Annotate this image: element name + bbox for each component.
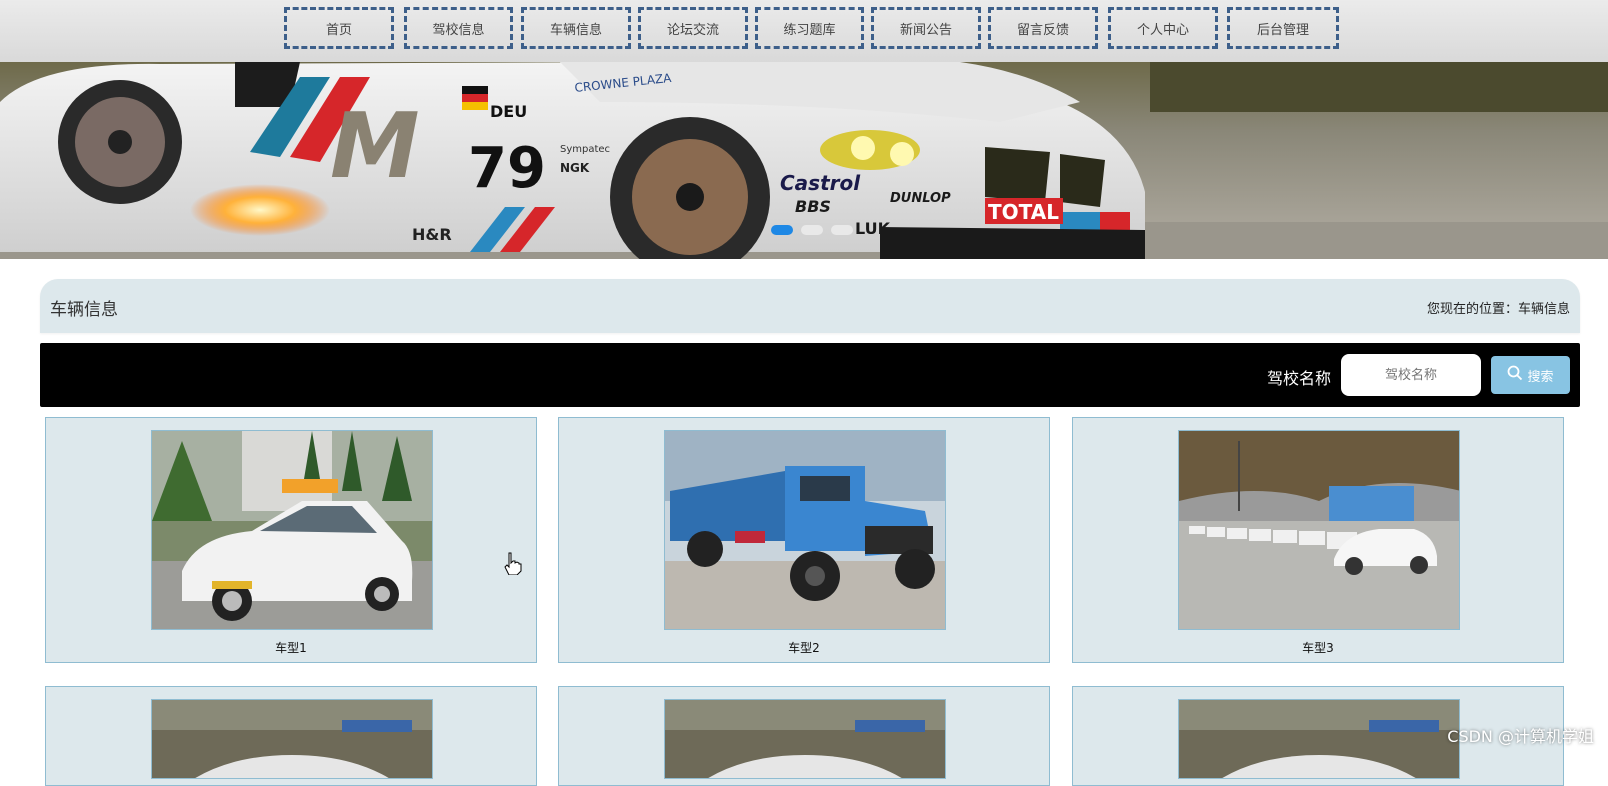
- vehicle-card[interactable]: [558, 686, 1050, 786]
- vehicle-image[interactable]: [151, 430, 433, 630]
- vehicle-name[interactable]: 车型2: [559, 639, 1049, 656]
- search-button-label: 搜索: [1527, 369, 1554, 385]
- nav-item-driving-school[interactable]: 驾校信息: [404, 7, 513, 49]
- svg-text:BBS: BBS: [795, 197, 831, 216]
- svg-text:DUNLOP: DUNLOP: [890, 191, 951, 206]
- svg-text:Castrol: Castrol: [780, 171, 861, 195]
- carousel-dot-3[interactable]: [831, 225, 853, 235]
- nav-item-news[interactable]: 新闻公告: [871, 7, 981, 49]
- page-title: 车辆信息: [50, 300, 118, 320]
- svg-text:TOTAL: TOTAL: [988, 200, 1059, 224]
- svg-text:H&R: H&R: [412, 225, 452, 244]
- hand-cursor-icon: [503, 551, 523, 579]
- nav-item-forum[interactable]: 论坛交流: [638, 7, 748, 49]
- carousel-dot-1[interactable]: [771, 225, 793, 235]
- vehicle-card[interactable]: 车型3: [1072, 417, 1564, 663]
- svg-text:Sympatec: Sympatec: [560, 144, 610, 155]
- search-input[interactable]: [1341, 354, 1481, 396]
- vehicle-image[interactable]: [151, 699, 433, 779]
- search-label: 驾校名称: [1267, 369, 1332, 388]
- svg-text:79: 79: [468, 136, 546, 201]
- nav-item-vehicles[interactable]: 车辆信息: [521, 7, 631, 49]
- svg-text:NGK: NGK: [560, 161, 590, 175]
- hero-banner[interactable]: M 79 DEU CROWNE PLAZA Sympatec NGK H&R C…: [0, 62, 1608, 259]
- search-button[interactable]: 搜索: [1491, 356, 1570, 394]
- vehicle-card[interactable]: 车型2: [558, 417, 1050, 663]
- vehicle-image[interactable]: [1178, 699, 1460, 779]
- search-icon: [1507, 365, 1523, 385]
- nav-item-admin[interactable]: 后台管理: [1227, 7, 1339, 49]
- breadcrumb-label: 您现在的位置：: [1426, 302, 1518, 317]
- vehicle-image[interactable]: [1178, 430, 1460, 630]
- breadcrumb: 您现在的位置：车辆信息: [1427, 298, 1570, 317]
- svg-text:DEU: DEU: [490, 102, 527, 121]
- vehicle-name[interactable]: 车型3: [1073, 639, 1563, 656]
- nav-item-question-bank[interactable]: 练习题库: [755, 7, 864, 49]
- breadcrumb-current[interactable]: 车辆信息: [1518, 302, 1570, 317]
- nav-item-feedback[interactable]: 留言反馈: [988, 7, 1098, 49]
- nav-item-personal-center[interactable]: 个人中心: [1108, 7, 1218, 49]
- vehicle-card[interactable]: 车型1: [45, 417, 537, 663]
- search-bar: 驾校名称 搜索: [40, 343, 1580, 407]
- carousel-dot-2[interactable]: [801, 225, 823, 235]
- nav-item-home[interactable]: 首页: [284, 7, 394, 49]
- vehicle-image[interactable]: [664, 430, 946, 630]
- carousel-indicators: [771, 225, 853, 235]
- svg-text:M: M: [330, 94, 420, 199]
- vehicle-name[interactable]: 车型1: [46, 639, 536, 656]
- breadcrumb-bar: 车辆信息 您现在的位置：车辆信息: [40, 279, 1580, 333]
- vehicle-image[interactable]: [664, 699, 946, 779]
- watermark: CSDN @计算机学姐: [1447, 727, 1594, 746]
- vehicle-card[interactable]: [45, 686, 537, 786]
- top-navigation: 首页 驾校信息 车辆信息 论坛交流 练习题库 新闻公告 留言反馈 个人中心 后台…: [0, 0, 1608, 62]
